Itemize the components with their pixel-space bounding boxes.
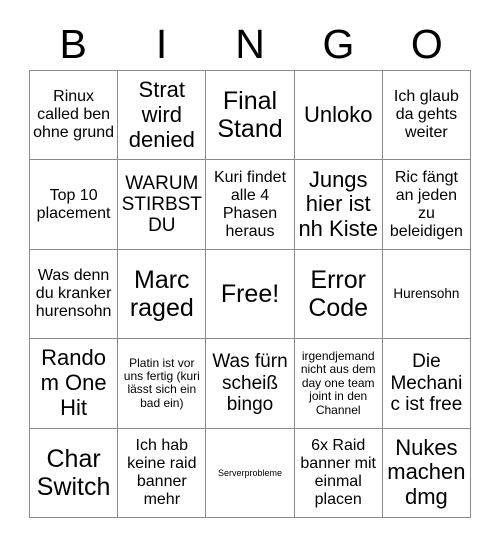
bingo-cell-text: Nukes machen dmg [387,434,466,510]
bingo-cell-text: Unloko [303,101,373,127]
bingo-cell-text: Top 10 placement [36,186,111,222]
bingo-header-row: B I N G O [29,18,471,70]
bingo-cell[interactable]: Error Code [294,249,383,340]
bingo-cell[interactable]: Rinux called ben ohne grund [30,71,119,161]
bingo-cell[interactable]: Ric fängt an jeden zu beleidigen [382,160,471,250]
bingo-cell[interactable]: Nukes machen dmg [382,428,471,518]
bingo-cell-text: Serverprobleme [217,467,282,478]
bingo-cell-text: Platin ist vor uns fertig (kuri lässt si… [123,355,200,410]
bingo-cell[interactable]: Hurensohn [382,249,471,340]
bingo-cell-text: Error Code [308,265,369,322]
bingo-cell-text: 6x Raid banner mit einmal placen [300,436,376,508]
bingo-header-letter-g: G [322,20,355,67]
bingo-cell[interactable]: Random One Hit [30,339,119,429]
bingo-cell-text: Hurensohn [393,286,460,302]
bingo-cell[interactable]: Was fürn scheiß bingo [206,339,295,429]
bingo-cell-text: Rinux called ben ohne grund [33,88,115,142]
bingo-cell-free[interactable]: Free! [206,249,295,340]
bingo-cell-text: irgendjemand nicht aus dem day one team … [300,348,376,417]
bingo-cell[interactable]: Char Switch [30,428,119,518]
bingo-cell-text: Jungs hier ist nh Kiste [298,166,378,241]
bingo-cell[interactable]: Strat wird denied [118,71,207,161]
bingo-cell[interactable]: WARUM STIRBST DU [118,160,207,250]
bingo-cell[interactable]: 6x Raid banner mit einmal placen [294,428,383,518]
bingo-cell[interactable]: Die Mechanic ist free [382,339,471,429]
bingo-cell[interactable]: irgendjemand nicht aus dem day one team … [294,339,383,429]
bingo-cell[interactable]: Ich glaub da gehts weiter [382,71,471,161]
bingo-cell-text: Marc raged [129,265,194,322]
bingo-cell-text: WARUM STIRBST DU [121,172,202,237]
bingo-cell[interactable]: Top 10 placement [30,160,119,250]
bingo-card: B I N G O Rinux called ben ohne grund St… [0,0,500,544]
bingo-header-letter-n: N [235,20,265,67]
bingo-cell-text: Ich hab keine raid banner mehr [127,436,197,508]
bingo-cell-text: Die Mechanic ist free [390,351,463,416]
bingo-header-letter-i: I [155,20,168,67]
bingo-cell[interactable]: Final Stand [206,71,295,161]
bingo-cell[interactable]: Platin ist vor uns fertig (kuri lässt si… [118,339,207,429]
bingo-cell-text: Final Stand [217,87,283,144]
bingo-cell-text: Char Switch [36,444,111,501]
bingo-header-letter-o: O [410,20,443,67]
bingo-cell[interactable]: Unloko [294,71,383,161]
bingo-cell[interactable]: Jungs hier ist nh Kiste [294,160,383,250]
bingo-cell-text: Ric fängt an jeden zu beleidigen [389,168,463,240]
bingo-cell[interactable]: Serverprobleme [206,428,295,518]
bingo-header-letter-b: B [59,20,87,67]
bingo-cell-text: Was denn du kranker hurensohn [35,267,112,320]
bingo-cell-text: Was fürn scheiß bingo [212,351,288,416]
bingo-cell[interactable]: Ich hab keine raid banner mehr [118,428,207,518]
bingo-cell-text: Random One Hit [40,345,107,420]
bingo-cell-text: Ich glaub da gehts weiter [393,88,459,142]
bingo-cell-text: Strat wird denied [128,77,195,152]
bingo-cell-text: Free! [220,279,280,308]
bingo-cell-text: Kuri findet alle 4 Phasen heraus [213,168,287,240]
bingo-grid: Rinux called ben ohne grund Strat wird d… [29,70,471,518]
bingo-cell[interactable]: Kuri findet alle 4 Phasen heraus [206,160,295,250]
bingo-cell[interactable]: Marc raged [118,249,207,340]
bingo-cell[interactable]: Was denn du kranker hurensohn [30,249,119,340]
